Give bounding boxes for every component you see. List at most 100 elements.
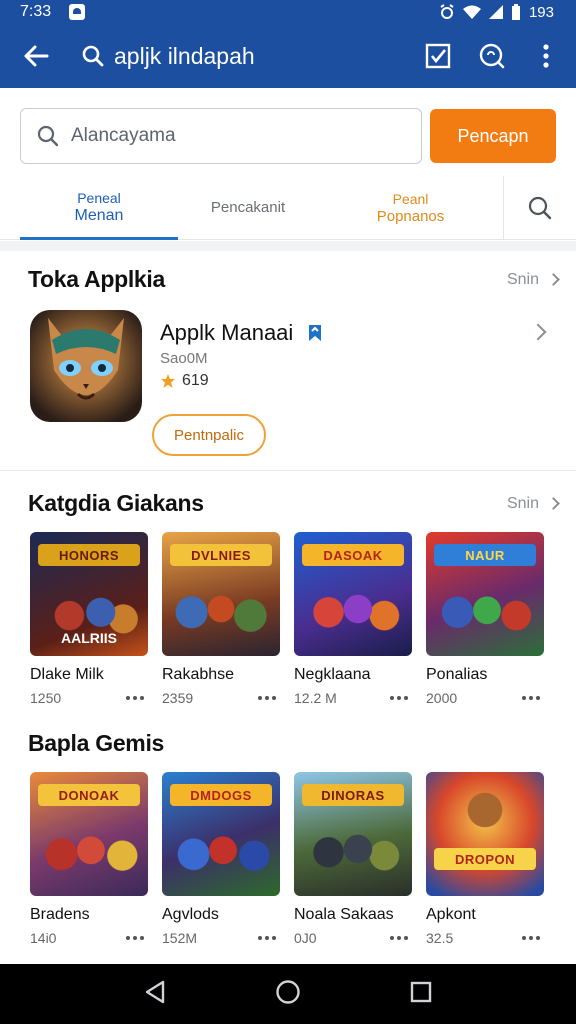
tab-label-line1: Peanl [392,191,429,207]
app-bar-title: apljk ilndapah [82,43,424,70]
thumbnail-banner: NAUR [434,544,536,566]
tab-label-line1: Peneal [77,189,121,206]
tab-peanl-popnanos[interactable]: Peanl Popnanos [318,176,504,240]
rating-value: 619 [182,372,209,389]
app-meta: 32.5 [426,930,454,946]
search-submit-button[interactable]: Pencapn [430,109,556,163]
app-thumbnail: HONORS AALRIIS [30,532,148,656]
app-size: Sao0M [160,350,208,367]
battery-level: 193 [528,3,554,21]
app-thumbnail: DMDOGS [162,772,280,896]
search-input[interactable]: Alancayama [20,108,422,164]
status-time: 7:33 [20,3,52,20]
tab-search[interactable] [504,176,576,240]
app-thumbnail: DINORAS [294,772,412,896]
app-card[interactable]: DROPON Apkont 32.5 [426,772,544,946]
nav-home-button[interactable] [275,979,301,1010]
app-card[interactable]: NAUR Ponalias 2000 [426,532,544,706]
install-button[interactable]: Pentnpalic [152,414,266,456]
app-card[interactable]: DINORAS Noala Sakaas 0J0 [294,772,412,946]
more-icon[interactable] [522,696,540,700]
circle-home-icon [276,979,300,1004]
app-card[interactable]: HONORS AALRIIS Dlake Milk 1250 [30,532,148,706]
app-card[interactable]: DMDOGS Agvlods 152M [162,772,280,946]
top-apps-header: Toka Applkia Snin [28,266,560,293]
chevron-right-icon[interactable] [529,323,547,341]
tab-label-line2: Menan [74,206,124,224]
popular-app-list: DONOAK Bradens 14i0 DMDOGS Agvlods 152M … [30,772,576,962]
more-icon[interactable] [126,696,144,700]
tab-label: Pencakanit [210,199,286,216]
app-title: Bradens [30,906,90,923]
app-card[interactable]: DONOAK Bradens 14i0 [30,772,148,946]
alarm-icon [440,4,454,19]
chevron-right-icon [547,273,560,286]
thumbnail-banner: DASOAK [302,544,404,566]
app-bar: apljk ilndapah [0,24,576,88]
app-meta: 2000 [426,690,458,706]
more-vertical-icon [543,44,549,68]
app-thumbnail: NAUR [426,532,544,656]
app-title: Agvlods [162,906,219,923]
status-bar: 7:33 193 [0,0,576,24]
section-divider [0,241,576,251]
app-card[interactable]: DVLNIES Rakabhse 2359 [162,532,280,706]
category-header: Katgdia Giakans Snin [28,490,560,517]
category-app-list: HONORS AALRIIS Dlake Milk 1250 DVLNIES R… [30,532,576,722]
search-icon [82,45,104,67]
checklist-button[interactable] [424,42,452,70]
checkbox-icon [425,43,451,69]
featured-app[interactable]: Applk Manaai Sao0M 619 Pentnpalic [30,306,550,456]
search-icon [37,125,59,147]
app-title: Rakabhse [162,666,235,683]
more-icon[interactable] [258,936,276,940]
search-button[interactable] [478,42,506,70]
app-meta: 1250 [30,690,62,706]
app-thumbnail: DASOAK [294,532,412,656]
more-icon[interactable] [126,936,144,940]
app-title: Dlake Milk [30,666,104,683]
app-thumbnail: DROPON [426,772,544,896]
triangle-back-icon [146,980,165,1003]
tab-peneal-menan[interactable]: Peneal Menan [20,176,178,240]
star-icon [161,374,175,388]
search-placeholder: Alancayama [71,125,176,146]
search-row: Alancayama Pencapn [20,108,556,164]
app-rating: 619 [160,372,209,390]
app-thumbnail: DONOAK [30,772,148,896]
app-name: Applk Manaai [160,320,323,346]
more-options-button[interactable] [532,42,560,70]
tab-label-line2: Popnanos [376,208,445,225]
nav-back-button[interactable] [144,980,166,1009]
app-card[interactable]: DASOAK Negklaana 12.2 M [294,532,412,706]
thumbnail-banner: DROPON [434,848,536,870]
see-all-link[interactable]: Snin [507,495,560,513]
thumbnail-banner: DONOAK [38,784,140,806]
more-icon[interactable] [522,936,540,940]
more-icon[interactable] [258,696,276,700]
thumbnail-banner: DMDOGS [170,784,272,806]
app-thumbnail: DVLNIES [162,532,280,656]
thumbnail-banner: DVLNIES [170,544,272,566]
app-icon [30,310,142,422]
wifi-icon [462,5,481,19]
app-title: Noala Sakaas [294,906,394,923]
arrow-left-icon [24,45,49,67]
more-icon[interactable] [390,696,408,700]
back-button[interactable] [18,38,54,74]
tab-pencakanit[interactable]: Pencakanit [178,176,318,240]
section-title: Toka Applkia [28,266,165,292]
thumbnail-caption: AALRIIS [61,630,117,646]
section-title: Bapla Gemis [28,730,165,756]
popular-header: Bapla Gemis [28,730,558,757]
battery-icon [511,4,520,20]
notification-icon [69,4,86,20]
verified-badge-icon [309,325,322,341]
search-icon [528,196,552,220]
app-meta: 0J0 [294,930,317,946]
more-icon[interactable] [390,936,408,940]
signal-icon [488,5,503,19]
app-title: Ponalias [426,666,488,683]
see-all-link[interactable]: Snin [507,271,560,289]
nav-recents-button[interactable] [410,981,432,1008]
